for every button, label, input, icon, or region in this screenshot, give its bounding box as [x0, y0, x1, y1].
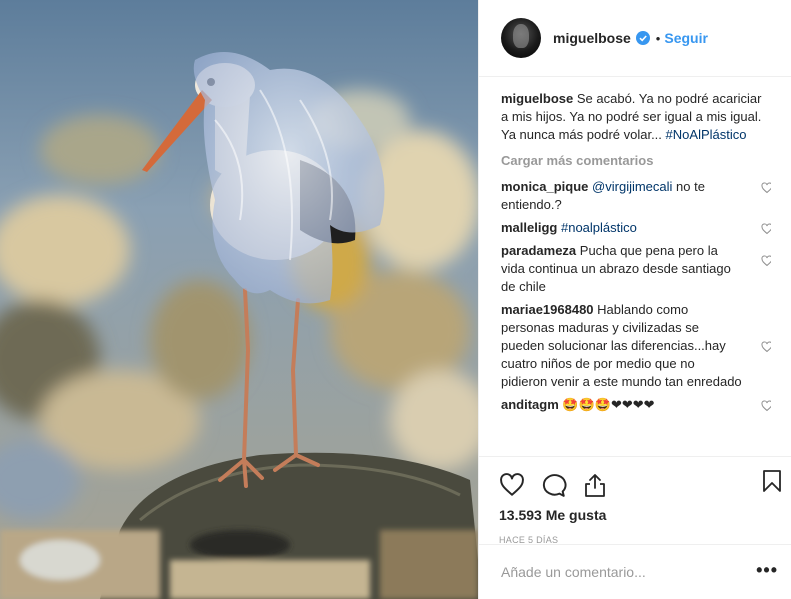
share-icon[interactable]: [583, 472, 607, 498]
small-heart-icon[interactable]: [761, 182, 771, 194]
add-comment-section: •••: [479, 544, 791, 599]
header-username[interactable]: miguelbose: [553, 30, 631, 46]
action-bar: 13.593 Me gusta HACE 5 DÍAS: [479, 456, 791, 545]
post-header: miguelbose • Seguir: [479, 0, 791, 77]
comment-hashtag[interactable]: #noalplástico: [561, 220, 637, 235]
small-heart-icon[interactable]: [761, 223, 771, 235]
comment-username[interactable]: monica_pique: [501, 179, 588, 194]
comment-username[interactable]: malleligg: [501, 220, 557, 235]
comment-item: paradameza Pucha que pena pero la vida c…: [501, 242, 771, 296]
small-heart-icon[interactable]: [761, 400, 771, 412]
stork-in-plastic-photo: [0, 0, 478, 599]
comment-bubble-icon[interactable]: [541, 472, 567, 498]
post-sidebar: miguelbose • Seguir miguelbose Se acabó.…: [478, 0, 791, 599]
avatar[interactable]: [501, 18, 541, 58]
caption-username[interactable]: miguelbose: [501, 91, 573, 106]
likes-count[interactable]: 13.593 Me gusta: [499, 507, 791, 523]
heart-icon[interactable]: [499, 472, 525, 498]
comment-item: monica_pique @virgijimecali no te entien…: [501, 178, 771, 214]
comment-username[interactable]: paradameza: [501, 243, 576, 258]
separator-dot: •: [655, 30, 661, 46]
verified-badge-icon: [635, 31, 650, 45]
comment-item: anditagm 🤩🤩🤩❤❤❤❤: [501, 396, 771, 414]
instagram-post: miguelbose • Seguir miguelbose Se acabó.…: [0, 0, 791, 599]
comment-username[interactable]: anditagm: [501, 397, 559, 412]
add-comment-input[interactable]: [501, 564, 741, 580]
comment-text: 🤩🤩🤩❤❤❤❤: [562, 397, 655, 412]
more-options-button[interactable]: •••: [756, 561, 778, 579]
comments-list: miguelbose Se acabó. Ya no podré acarici…: [501, 90, 771, 452]
action-icons: [499, 465, 791, 505]
comment-mention[interactable]: @virgijimecali: [592, 179, 672, 194]
post-photo[interactable]: [0, 0, 478, 599]
comment-item: mariae1968480 Hablando como personas mad…: [501, 301, 771, 391]
comment-username[interactable]: mariae1968480: [501, 302, 594, 317]
bookmark-icon[interactable]: [762, 469, 782, 493]
caption-hashtag[interactable]: #NoAlPlástico: [666, 127, 747, 142]
follow-button[interactable]: Seguir: [664, 30, 708, 46]
caption: miguelbose Se acabó. Ya no podré acarici…: [501, 90, 771, 144]
small-heart-icon[interactable]: [761, 255, 771, 267]
small-heart-icon[interactable]: [761, 341, 771, 353]
load-more-comments[interactable]: Cargar más comentarios: [501, 152, 771, 170]
comment-item: malleligg #noalplástico: [501, 219, 771, 237]
